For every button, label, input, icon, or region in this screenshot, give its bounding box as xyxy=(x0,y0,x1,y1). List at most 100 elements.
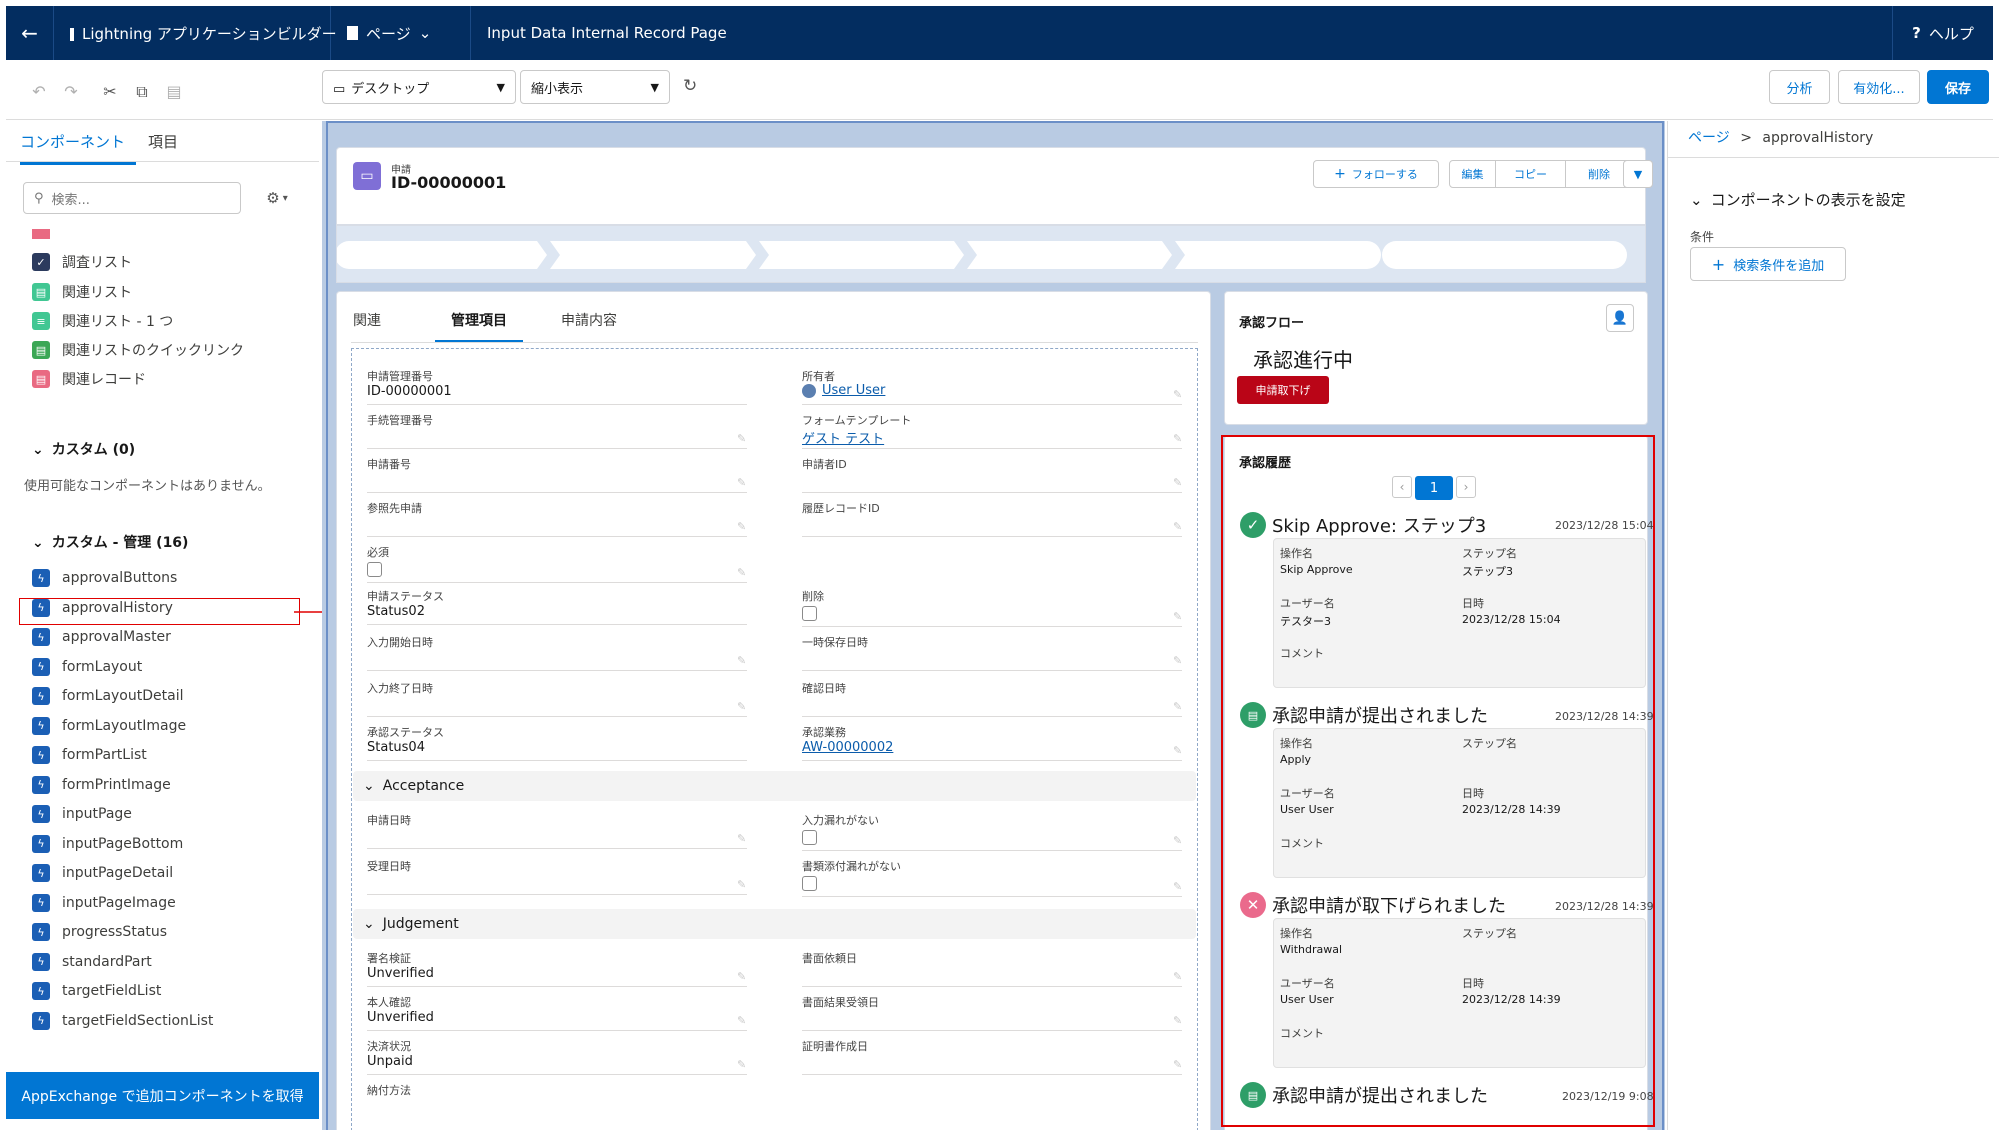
back-button[interactable]: ← xyxy=(6,6,54,60)
path-step-1[interactable] xyxy=(337,241,547,269)
component-item[interactable]: ϟ formLayoutImage xyxy=(32,715,186,737)
paste-icon[interactable]: ▤ xyxy=(163,81,185,103)
refresh-icon[interactable]: ↻ xyxy=(683,76,697,96)
no-missing-checkbox[interactable] xyxy=(802,830,817,845)
edit-pencil-icon[interactable]: ✎ xyxy=(737,1014,746,1027)
edit-pencil-icon[interactable]: ✎ xyxy=(737,700,746,713)
save-button[interactable]: 保存 xyxy=(1927,70,1989,104)
component-item[interactable]: ϟ formPrintImage xyxy=(32,774,171,796)
follow-button[interactable]: + フォローする xyxy=(1313,160,1439,188)
appexchange-button[interactable]: AppExchange で追加コンポーネントを取得 xyxy=(6,1072,319,1119)
edit-pencil-icon[interactable]: ✎ xyxy=(737,970,746,983)
edit-pencil-icon[interactable]: ✎ xyxy=(1173,654,1182,667)
chevron-down-icon: ⌄ xyxy=(32,535,44,551)
component-item[interactable]: ϟ inputPageImage xyxy=(32,892,176,914)
list-item-related-list-single[interactable]: ≡ 関連リスト - 1 つ xyxy=(32,310,173,332)
record-header[interactable]: ▭ 申請 ID-00000001 + フォローする 編集 コピー 削除 ▼ xyxy=(336,147,1653,225)
component-item[interactable]: ϟ formPartList xyxy=(32,744,147,766)
component-item[interactable]: ϟ targetFieldSectionList xyxy=(32,1010,213,1032)
component-item[interactable]: ϟ standardPart xyxy=(32,951,152,973)
component-item[interactable]: ϟ formLayout xyxy=(32,656,142,678)
custom-section-header[interactable]: ⌄ カスタム (0) xyxy=(32,439,135,459)
component-item[interactable]: ϟ approvalButtons xyxy=(32,567,177,589)
activate-button[interactable]: 有効化... xyxy=(1838,70,1920,104)
approval-flow-card: 承認フロー 👤 承認進行中 申請取下げ xyxy=(1224,291,1648,425)
edit-pencil-icon[interactable]: ✎ xyxy=(1173,1058,1182,1071)
edit-button[interactable]: 編集 xyxy=(1450,161,1496,187)
edit-pencil-icon[interactable]: ✎ xyxy=(1173,476,1182,489)
edit-pencil-icon[interactable]: ✎ xyxy=(737,476,746,489)
component-item[interactable]: ϟ formLayoutDetail xyxy=(32,685,183,707)
component-item[interactable]: ϟ inputPageDetail xyxy=(32,862,173,884)
settings-menu-button[interactable]: ⚙ ▾ xyxy=(252,182,302,214)
tab-fields[interactable]: 項目 xyxy=(148,131,178,162)
visibility-section-header[interactable]: ⌄ コンポーネントの表示を設定 xyxy=(1690,189,1906,210)
edit-pencil-icon[interactable]: ✎ xyxy=(1173,610,1182,623)
edit-pencil-icon[interactable]: ✎ xyxy=(1173,970,1182,983)
breadcrumb-page-link[interactable]: ページ xyxy=(1688,130,1730,146)
redo-icon[interactable]: ↷ xyxy=(60,81,82,103)
help-button[interactable]: ? ヘルプ xyxy=(1893,6,1993,60)
component-item[interactable]: ϟ progressStatus xyxy=(32,921,167,943)
add-filter-button[interactable]: + 検索条件を追加 xyxy=(1690,247,1846,281)
edit-pencil-icon[interactable]: ✎ xyxy=(737,1058,746,1071)
path-step-3[interactable] xyxy=(759,241,964,269)
acceptance-section-header[interactable]: ⌄ Acceptance xyxy=(353,771,1196,801)
edit-pencil-icon[interactable]: ✎ xyxy=(1173,1014,1182,1027)
owner-link[interactable]: User User xyxy=(822,383,885,398)
undo-icon[interactable]: ↶ xyxy=(28,81,50,103)
field-label: フォームテンプレート xyxy=(802,414,912,427)
path-step-5[interactable] xyxy=(1175,241,1381,269)
edit-pencil-icon[interactable]: ✎ xyxy=(737,566,746,579)
list-item-related-record[interactable]: ▤ 関連レコード xyxy=(32,368,146,390)
cut-icon[interactable]: ✂ xyxy=(99,81,121,103)
edit-pencil-icon[interactable]: ✎ xyxy=(737,832,746,845)
path-mark-complete[interactable] xyxy=(1382,241,1627,269)
field-underline xyxy=(802,896,1182,897)
delete-checkbox[interactable] xyxy=(802,606,817,621)
approval-task-link[interactable]: AW-00000002 xyxy=(802,740,893,755)
page-menu-button[interactable]: ページ ⌄ xyxy=(331,6,471,60)
copy-button[interactable]: コピー xyxy=(1496,161,1566,187)
judgement-section-header[interactable]: ⌄ Judgement xyxy=(353,909,1196,939)
path-step-2[interactable] xyxy=(550,241,756,269)
copy-icon[interactable]: ⧉ xyxy=(131,81,153,103)
edit-pencil-icon[interactable]: ✎ xyxy=(737,878,746,891)
edit-pencil-icon[interactable]: ✎ xyxy=(737,520,746,533)
tab-components[interactable]: コンポーネント xyxy=(20,131,136,165)
component-item[interactable]: ϟ inputPageBottom xyxy=(32,833,183,855)
edit-pencil-icon[interactable]: ✎ xyxy=(1173,834,1182,847)
path-step-4[interactable] xyxy=(967,241,1172,269)
list-item-related-quicklinks[interactable]: ▤ 関連リストのクイックリンク xyxy=(32,339,244,361)
no-attach-missing-checkbox[interactable] xyxy=(802,876,817,891)
device-select[interactable]: ▭ デスクトップ ▼ xyxy=(322,70,516,104)
edit-pencil-icon[interactable]: ✎ xyxy=(737,432,746,445)
component-item[interactable]: ϟ targetFieldList xyxy=(32,980,161,1002)
edit-pencil-icon[interactable]: ✎ xyxy=(1173,700,1182,713)
component-search-input[interactable]: ⚲ 検索... xyxy=(23,182,241,214)
owner-field[interactable]: User User xyxy=(802,383,885,398)
lightning-bolt-icon: ϟ xyxy=(32,687,50,705)
edit-pencil-icon[interactable]: ✎ xyxy=(1173,880,1182,893)
tab-application-content[interactable]: 申請内容 xyxy=(561,310,617,330)
list-item-related-list[interactable]: ▤ 関連リスト xyxy=(32,281,132,303)
edit-pencil-icon[interactable]: ✎ xyxy=(737,654,746,667)
edit-pencil-icon[interactable]: ✎ xyxy=(1173,388,1182,401)
withdraw-button[interactable]: 申請取下げ xyxy=(1237,376,1329,404)
tab-related[interactable]: 関連 xyxy=(353,310,381,330)
user-icon-button[interactable]: 👤 xyxy=(1606,304,1634,332)
component-item[interactable]: ϟ approvalMaster xyxy=(32,626,171,648)
required-checkbox[interactable] xyxy=(367,562,382,577)
analyze-button[interactable]: 分析 xyxy=(1769,70,1830,104)
component-item[interactable]: ϟ inputPage xyxy=(32,803,132,825)
tab-management[interactable]: 管理項目 xyxy=(435,310,523,342)
form-template-link[interactable]: ゲスト テスト xyxy=(802,428,884,447)
managed-section-header[interactable]: ⌄ カスタム - 管理 (16) xyxy=(32,532,188,552)
edit-pencil-icon[interactable]: ✎ xyxy=(1173,520,1182,533)
more-actions-button[interactable]: ▼ xyxy=(1623,160,1653,188)
list-item-survey-list[interactable]: ✓ 調査リスト xyxy=(32,251,132,273)
zoom-select[interactable]: 縮小表示 ▼ xyxy=(520,70,670,104)
edit-pencil-icon[interactable]: ✎ xyxy=(1173,432,1182,445)
edit-pencil-icon[interactable]: ✎ xyxy=(1173,744,1182,757)
list-item-clipped[interactable] xyxy=(32,229,62,239)
